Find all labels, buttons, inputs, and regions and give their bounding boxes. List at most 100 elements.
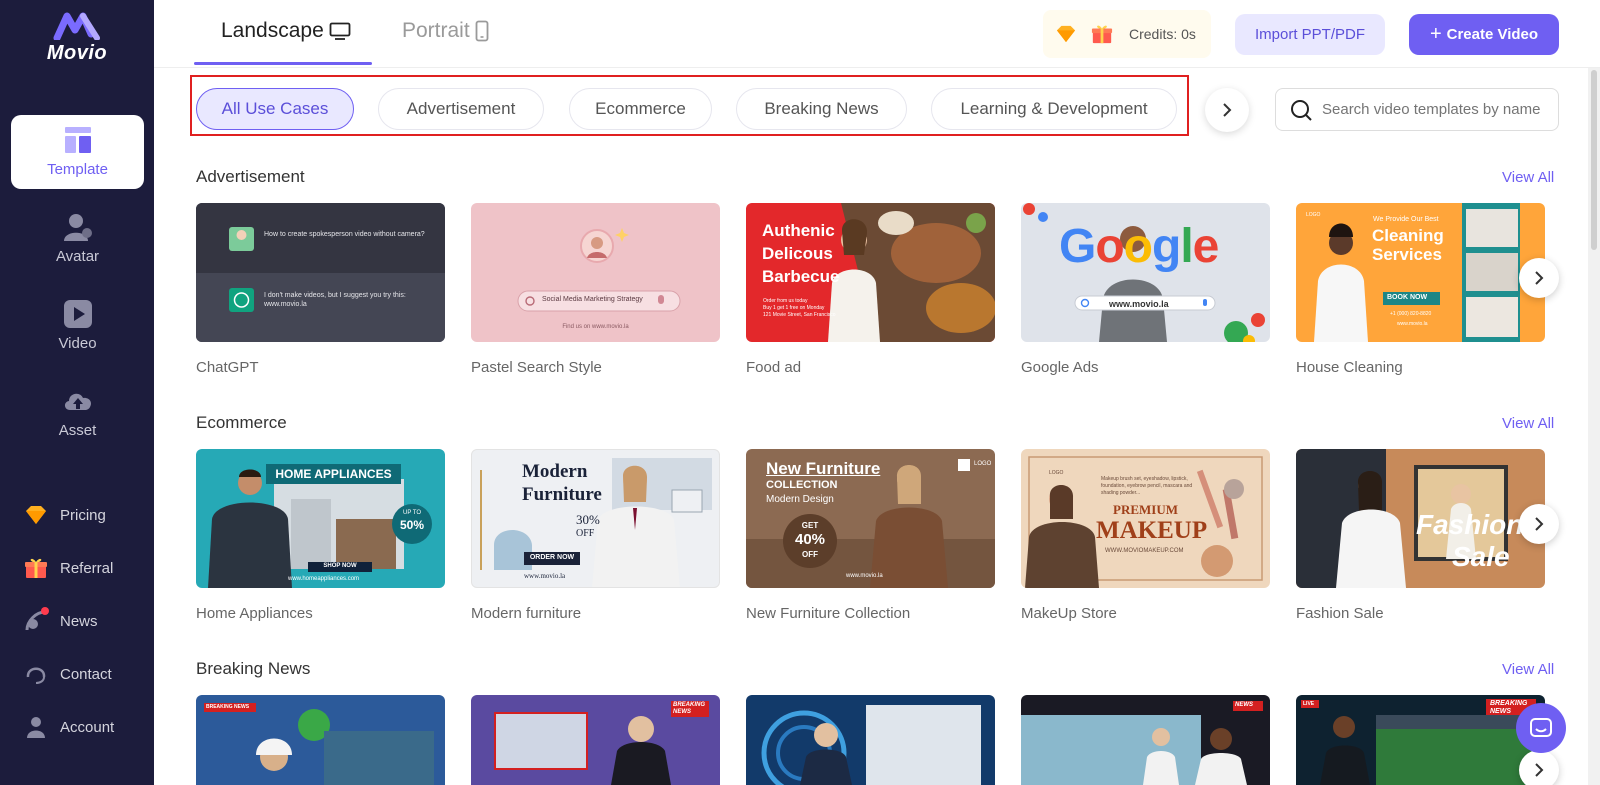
- template-card-home-appliances[interactable]: HOME APPLIANCES UP TO 50% SHOP NOW www.h…: [196, 449, 445, 588]
- sidebar-item-account[interactable]: Account: [24, 714, 114, 740]
- gift-icon: [25, 558, 47, 578]
- tab-landscape[interactable]: Landscape: [221, 16, 351, 46]
- template-name: Food ad: [746, 359, 802, 376]
- sidebar-item-referral[interactable]: Referral: [24, 555, 113, 581]
- sidebar-item-label: Account: [60, 718, 115, 736]
- advertisement-row-next-button[interactable]: [1519, 258, 1559, 298]
- template-name: New Furniture Collection: [746, 605, 911, 622]
- sidebar-item-label: Pricing: [60, 506, 106, 524]
- diamond-icon: [1056, 25, 1076, 43]
- template-search[interactable]: [1275, 88, 1559, 131]
- template-card-breaking-news-4[interactable]: NEWS: [1021, 695, 1270, 785]
- filter-chip-ecommerce[interactable]: Ecommerce: [569, 88, 712, 130]
- filter-chip-breaking-news[interactable]: Breaking News: [736, 88, 907, 130]
- import-ppt-pdf-button[interactable]: Import PPT/PDF: [1235, 14, 1385, 55]
- template-card-chatgpt[interactable]: How to create spokesperson video without…: [196, 203, 445, 342]
- chat-support-button[interactable]: [1516, 703, 1566, 753]
- appliances-site: www.homeappliances.com: [288, 576, 360, 582]
- template-card-makeup-store[interactable]: LOGO Makeup brush set, eyeshadow, lipsti…: [1021, 449, 1270, 588]
- chevron-right-icon: [1535, 517, 1544, 531]
- credits-text: Credits: 0s: [1129, 26, 1196, 42]
- scrollbar-thumb[interactable]: [1591, 70, 1597, 250]
- tab-portrait[interactable]: Portrait: [402, 16, 489, 46]
- sidebar-item-video[interactable]: Video: [11, 289, 144, 363]
- breaking-news-thumbnail: [761, 705, 981, 785]
- tab-label: Portrait: [402, 19, 470, 42]
- view-all-breaking-news-link[interactable]: View All: [1502, 661, 1554, 678]
- badge-line-1: BREAKING: [1490, 700, 1528, 707]
- google-letter: g: [1152, 220, 1181, 273]
- search-icon: [1291, 99, 1312, 121]
- template-card-breaking-news-1[interactable]: BREAKING NEWS: [196, 695, 445, 785]
- sidebar-item-template[interactable]: Template: [11, 115, 144, 189]
- template-card-fashion-sale[interactable]: Fashion Sale: [1296, 449, 1545, 588]
- sidebar-item-contact[interactable]: Contact: [24, 661, 112, 687]
- food-detail-2: Buy 1 get 1 free on Monday: [763, 305, 825, 311]
- template-card-pastel-search[interactable]: Social Media Marketing Strategy Find us …: [471, 203, 720, 342]
- sidebar-item-asset[interactable]: Asset: [11, 376, 144, 450]
- google-letter: e: [1192, 220, 1220, 273]
- search-input[interactable]: [1322, 101, 1550, 118]
- create-video-button[interactable]: + Create Video: [1409, 14, 1559, 55]
- template-card-new-furniture[interactable]: New Furniture COLLECTION Modern Design L…: [746, 449, 995, 588]
- sidebar-item-avatar[interactable]: Avatar: [11, 202, 144, 276]
- new-furniture-get: GET: [801, 521, 819, 530]
- sidebar-item-news[interactable]: News: [24, 607, 98, 634]
- sidebar-item-label: Asset: [58, 422, 97, 439]
- breaking-news-row-next-button[interactable]: [1519, 750, 1559, 785]
- appliances-up-to: UP TO: [402, 510, 421, 516]
- template-card-food-ad[interactable]: Authenic Delicous Barbecue Order from us…: [746, 203, 995, 342]
- template-card-breaking-news-3[interactable]: [746, 695, 995, 785]
- view-all-advertisement-link[interactable]: View All: [1502, 169, 1554, 186]
- credits-display[interactable]: Credits: 0s: [1043, 10, 1211, 58]
- filter-scroll-next-button[interactable]: [1205, 88, 1249, 132]
- vertical-scrollbar[interactable]: [1588, 68, 1600, 785]
- new-furniture-site: www.movio.la: [846, 573, 883, 579]
- section-title-advertisement: Advertisement: [196, 167, 305, 186]
- modern-furniture-title-line-2: Furniture: [522, 484, 602, 505]
- food-details: Order from us today Buy 1 get 1 free on …: [763, 298, 836, 319]
- template-card-breaking-news-2[interactable]: BREAKING NEWS: [471, 695, 720, 785]
- makeup-premium: PREMIUM: [1113, 502, 1178, 517]
- food-title: Authenic Delicous Barbecue: [762, 219, 839, 288]
- video-play-icon: [63, 300, 92, 328]
- template-card-modern-furniture[interactable]: Modern Furniture 30% OFF ORDER NOW www.m…: [471, 449, 720, 588]
- chevron-right-icon: [1223, 103, 1232, 117]
- filter-chip-all-use-cases[interactable]: All Use Cases: [196, 88, 354, 130]
- modern-furniture-order-now: ORDER NOW: [529, 554, 575, 561]
- template-name: Pastel Search Style: [471, 359, 602, 376]
- chevron-right-icon: [1535, 763, 1544, 777]
- appliances-shop-now: SHOP NOW: [323, 563, 357, 569]
- google-letter: o: [1123, 220, 1153, 273]
- ecommerce-row-next-button[interactable]: [1519, 504, 1559, 544]
- top-header: Landscape Portrait Credits: 0s Import PP…: [154, 0, 1600, 68]
- filter-chip-advertisement[interactable]: Advertisement: [378, 88, 544, 130]
- template-card-google-ads[interactable]: Google www.movio.la: [1021, 203, 1270, 342]
- new-furniture-title: New Furniture: [766, 459, 881, 478]
- cleaning-title: Cleaning Services: [1372, 226, 1444, 264]
- food-detail-1: Order from us today: [763, 298, 808, 304]
- modern-furniture-title: Modern Furniture: [522, 460, 602, 506]
- breaking-news-badge: BREAKING NEWS: [673, 702, 705, 716]
- filter-chip-learning-development[interactable]: Learning & Development: [931, 88, 1177, 130]
- google-letter: o: [1095, 220, 1124, 273]
- headset-icon: [26, 667, 46, 684]
- chatgpt-answer-text: I don't make videos, but I suggest you t…: [264, 292, 406, 308]
- template-name: Fashion Sale: [1296, 605, 1384, 622]
- live-badge: LIVE: [1303, 701, 1315, 707]
- template-name: MakeUp Store: [1021, 605, 1117, 622]
- template-card-breaking-news-5[interactable]: LIVE BREAKING NEWS: [1296, 695, 1545, 785]
- cleaning-title-line-2: Services: [1372, 245, 1442, 264]
- sidebar-item-label: Avatar: [55, 248, 100, 265]
- news-badge: NEWS: [1235, 702, 1253, 708]
- sidebar-item-label: Contact: [60, 665, 112, 683]
- logo-text: Movio: [46, 42, 108, 64]
- view-all-ecommerce-link[interactable]: View All: [1502, 415, 1554, 432]
- appliances-title: HOME APPLIANCES: [266, 464, 401, 484]
- logo[interactable]: Movio: [0, 12, 154, 72]
- sidebar-item-pricing[interactable]: Pricing: [24, 502, 106, 528]
- google-search-url: www.movio.la: [1109, 299, 1169, 309]
- template-card-house-cleaning[interactable]: LOGO We Provide Our Best Cleaning Servic…: [1296, 203, 1545, 342]
- diamond-icon: [26, 506, 46, 524]
- new-furniture-logo: LOGO: [974, 461, 992, 467]
